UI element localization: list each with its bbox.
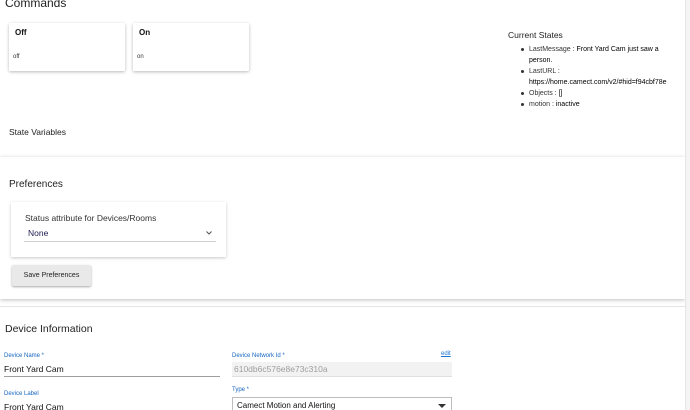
state-key: Objects [529, 90, 553, 97]
off-command-sublabel: off [13, 54, 20, 60]
state-variables-title: State Variables [9, 127, 67, 137]
state-key: motion [529, 101, 551, 108]
state-key: LastMessage [529, 46, 571, 53]
status-attribute-select[interactable]: None [24, 226, 216, 242]
edit-network-id-link[interactable]: edit [441, 351, 451, 357]
preferences-title: Preferences [9, 179, 63, 190]
scrollbar[interactable] [685, 0, 690, 410]
caret-down-icon [438, 404, 446, 408]
type-label: Type * [232, 387, 250, 393]
device-name-input[interactable] [4, 362, 220, 377]
device-network-id-label: Device Network Id * [232, 353, 285, 359]
type-select[interactable]: Camect Motion and Alerting [232, 397, 452, 410]
device-label-input[interactable] [4, 400, 220, 410]
device-name-label: Device Name * [4, 353, 45, 359]
commands-title: Commands [5, 0, 67, 10]
current-states-list: LastMessage : Front Yard Cam just saw a … [518, 44, 690, 110]
device-label-label: Device Label [4, 391, 39, 397]
type-value: Camect Motion and Alerting [237, 401, 336, 410]
state-item-objects: Objects : [] [518, 88, 690, 99]
state-item-lastmessage: LastMessage : Front Yard Cam just saw a … [518, 44, 668, 66]
device-information-title: Device Information [5, 323, 93, 335]
status-attribute-label: Status attribute for Devices/Rooms [25, 213, 157, 223]
on-command-tile[interactable]: On on [133, 23, 249, 71]
off-command-tile[interactable]: Off off [9, 23, 125, 71]
chevron-down-icon [206, 231, 212, 235]
state-value: https://home.camect.com/v2/#hid=f94cbf78… [529, 79, 667, 86]
on-command-label: On [139, 28, 151, 37]
off-command-label: Off [15, 28, 27, 37]
state-item-lasturl: LastURL : https://home.camect.com/v2/#hid… [518, 66, 690, 88]
state-value: [] [558, 90, 563, 97]
state-item-motion: motion : inactive [518, 99, 690, 110]
section-divider [0, 306, 690, 307]
current-states-title: Current States [508, 30, 563, 40]
state-key: LastURL [529, 68, 556, 75]
save-preferences-button[interactable]: Save Preferences [12, 265, 91, 286]
status-attribute-value: None [28, 228, 49, 238]
device-network-id-field [232, 362, 452, 377]
state-value: inactive [555, 101, 580, 108]
on-command-sublabel: on [137, 54, 144, 60]
